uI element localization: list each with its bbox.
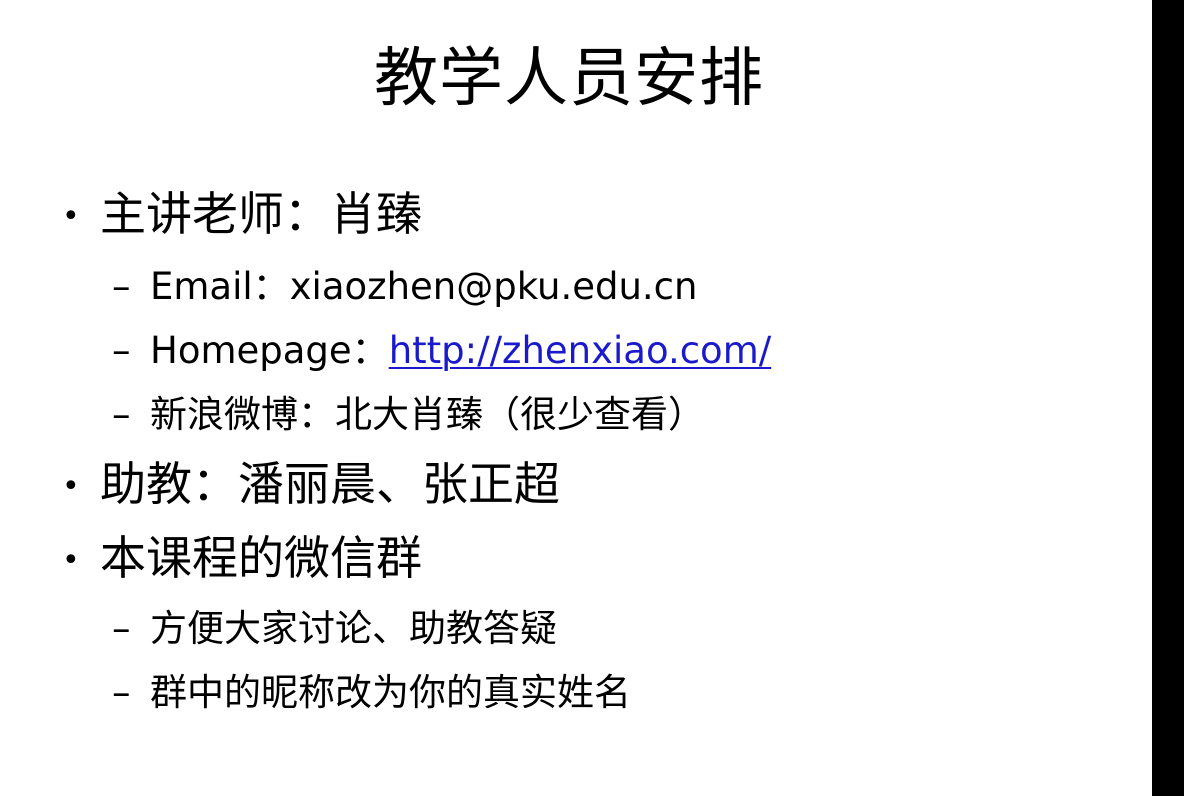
bullet-marker: •: [62, 199, 80, 234]
bullet-text: 助教：潘丽晨、张正超: [100, 457, 560, 511]
slide-title: 教学人员安排: [374, 42, 764, 116]
subitem-homepage: – Homepage：http://zhenxiao.com/: [112, 326, 771, 376]
dash-marker: –: [112, 393, 131, 436]
dash-marker: –: [112, 671, 131, 714]
bullet-wechat-group: • 本课程的微信群: [62, 528, 422, 591]
dash-marker: –: [112, 265, 131, 308]
side-black-bar: [1152, 0, 1184, 796]
email-value: xiaozhen@pku.edu.cn: [289, 265, 698, 308]
subitem-weibo: – 新浪微博：北大肖臻（很少查看）: [112, 390, 705, 440]
email-label: Email：: [150, 265, 290, 308]
subitem-nickname: – 群中的昵称改为你的真实姓名: [112, 668, 631, 718]
bullet-assistants: • 助教：潘丽晨、张正超: [62, 454, 560, 517]
subitem-text: 群中的昵称改为你的真实姓名: [150, 671, 631, 714]
dash-marker: –: [112, 607, 131, 650]
bullet-text: 主讲老师：肖臻: [100, 187, 422, 241]
bullet-text: 本课程的微信群: [100, 531, 422, 585]
slide: 教学人员安排 • 主讲老师：肖臻 – Email：xiaozhen@pku.edu.…: [0, 0, 1152, 796]
homepage-label: Homepage：: [150, 329, 389, 372]
dash-marker: –: [112, 329, 131, 372]
subitem-discussion: – 方便大家讨论、助教答疑: [112, 604, 557, 654]
bullet-marker: •: [62, 543, 80, 578]
weibo-value: 北大肖臻（很少查看）: [335, 393, 705, 436]
bullet-lecturer: • 主讲老师：肖臻: [62, 184, 422, 247]
bullet-marker: •: [62, 469, 80, 504]
homepage-link[interactable]: http://zhenxiao.com/: [389, 329, 772, 372]
weibo-label: 新浪微博：: [150, 393, 335, 436]
subitem-text: 方便大家讨论、助教答疑: [150, 607, 557, 650]
subitem-email: – Email：xiaozhen@pku.edu.cn: [112, 262, 697, 312]
